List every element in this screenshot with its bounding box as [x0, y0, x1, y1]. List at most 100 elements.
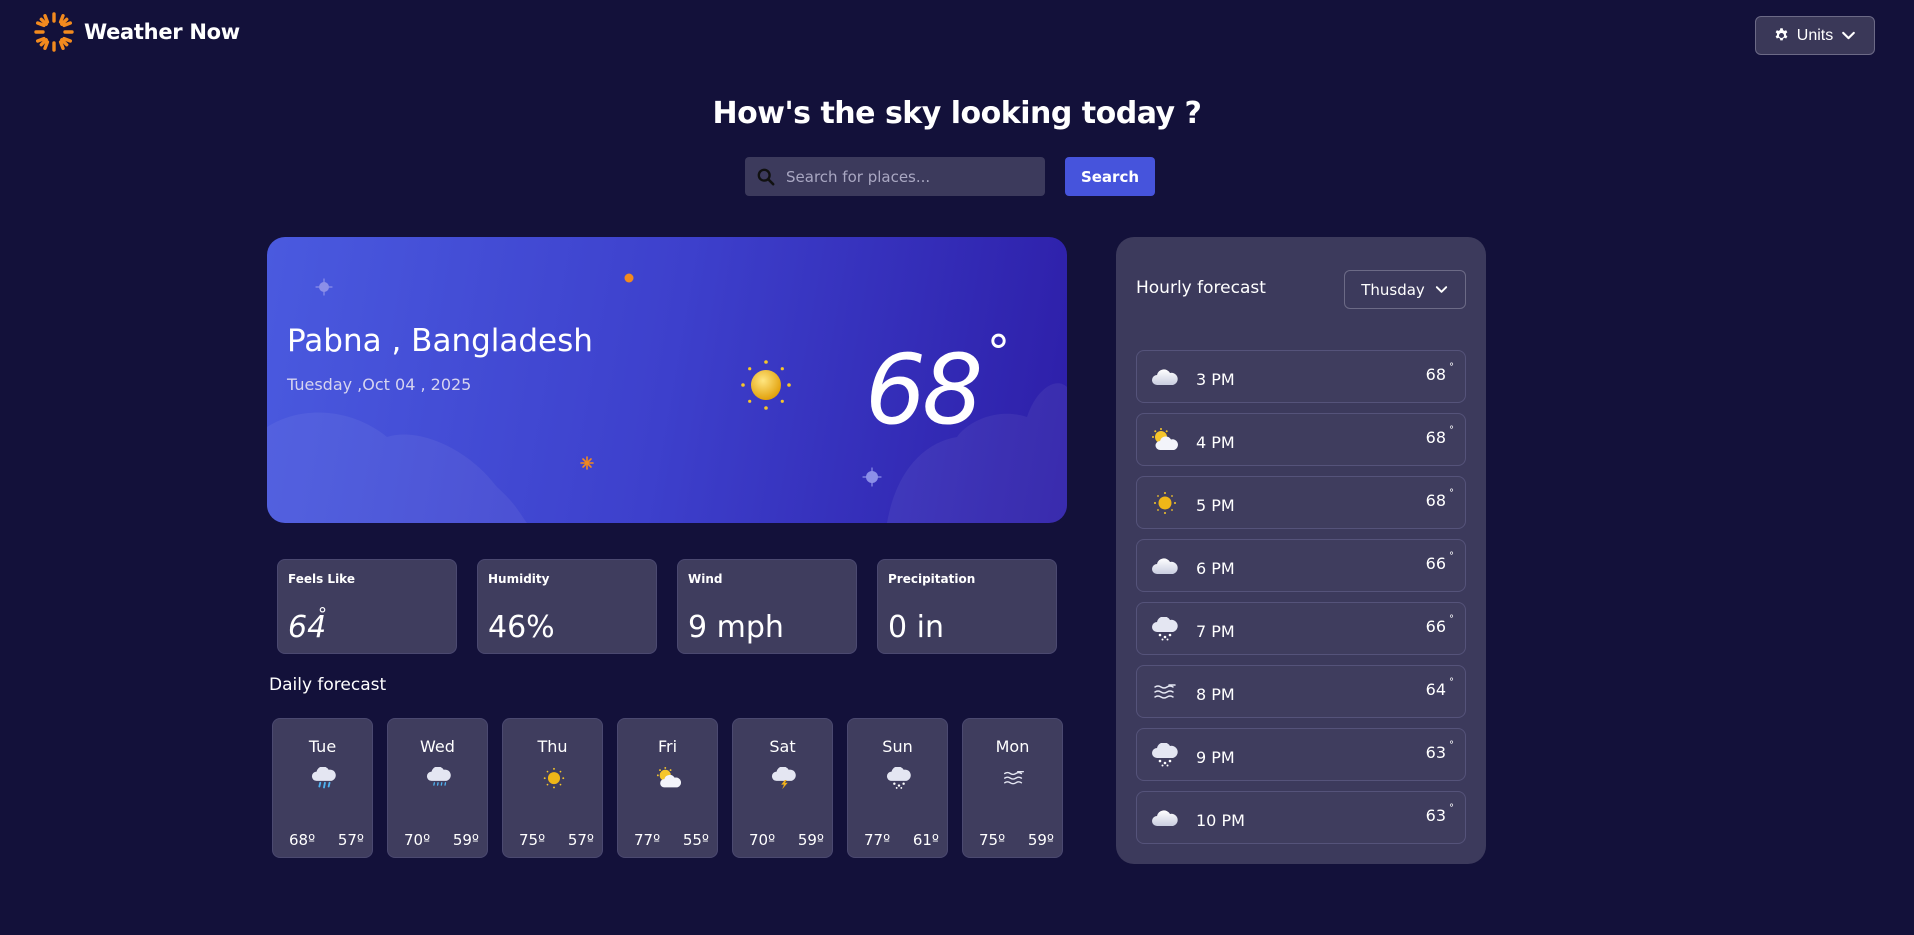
sparkle-icon [624, 273, 634, 283]
day-select-dropdown[interactable]: Thusday [1344, 270, 1466, 309]
high-temp: 77º [634, 831, 661, 849]
partly-cloudy-icon [656, 767, 682, 793]
hourly-row[interactable]: 4 PM 68 ° [1136, 413, 1466, 466]
current-temperature: 68 [865, 334, 983, 446]
day-name: Mon [995, 737, 1030, 756]
high-temp: 70º [749, 831, 776, 849]
hour-temp: 63 [1425, 743, 1446, 762]
hour-temp: 68 [1425, 491, 1446, 510]
day-name: Tue [308, 737, 337, 756]
high-temp: 70º [404, 831, 431, 849]
daily-card[interactable]: Sat 70º 59º [732, 718, 833, 858]
stat-label: Precipitation [888, 572, 976, 586]
degree-symbol: ° [1449, 362, 1454, 373]
degree-symbol: ° [1449, 551, 1454, 562]
sunny-icon [1151, 491, 1179, 515]
hourly-forecast-title: Hourly forecast [1136, 278, 1266, 298]
high-temp: 75º [979, 831, 1006, 849]
hour-temp: 68 [1425, 365, 1446, 384]
high-temp: 75º [519, 831, 546, 849]
hour-time: 8 PM [1196, 685, 1235, 704]
stat-label: Wind [688, 572, 723, 586]
snow-icon [1151, 616, 1179, 641]
hour-time: 5 PM [1196, 496, 1235, 515]
hour-temp: 64 [1425, 680, 1446, 699]
degree-symbol: ° [1449, 803, 1454, 814]
chevron-down-icon [1435, 286, 1447, 293]
units-button[interactable]: Units [1755, 16, 1875, 55]
daily-card[interactable]: Fri 77º 55º [617, 718, 718, 858]
snow-icon [886, 766, 912, 793]
hour-time: 6 PM [1196, 559, 1235, 578]
sunny-icon [741, 360, 791, 410]
hourly-row[interactable]: 6 PM 66 ° [1136, 539, 1466, 592]
day-name: Fri [657, 737, 678, 756]
degree-symbol: ° [1449, 677, 1454, 688]
daily-card[interactable]: Tue 68º 57º [272, 718, 373, 858]
hourly-row[interactable]: 10 PM 63 ° [1136, 791, 1466, 844]
fog-icon [1151, 680, 1179, 704]
daily-card[interactable]: Wed 70º 59º [387, 718, 488, 858]
stat-feels-like: Feels Like 64 ° [277, 559, 457, 654]
low-temp: 61º [912, 831, 939, 849]
drizzle-icon [426, 766, 452, 793]
degree-symbol: ° [1449, 488, 1454, 499]
hourly-row[interactable]: 8 PM 64 ° [1136, 665, 1466, 718]
low-temp: 57º [337, 831, 364, 849]
hour-time: 3 PM [1196, 370, 1235, 389]
degree-symbol: ° [1449, 425, 1454, 436]
current-date: Tuesday ,Oct 04 , 2025 [287, 375, 472, 394]
chevron-down-icon [1842, 31, 1856, 40]
degree-symbol: ° [987, 325, 1010, 379]
degree-symbol: ° [1449, 740, 1454, 751]
hourly-row[interactable]: 5 PM 68 ° [1136, 476, 1466, 529]
sparkle-icon [580, 456, 594, 470]
fog-icon [1001, 767, 1027, 793]
hour-temp: 66 [1425, 554, 1446, 573]
stat-precipitation: Precipitation 0 in [877, 559, 1057, 654]
stat-wind: Wind 9 mph [677, 559, 857, 654]
low-temp: 57º [567, 831, 594, 849]
stat-humidity: Humidity 46% [477, 559, 657, 654]
stat-value: 9 mph [688, 610, 784, 645]
weather-app: Weather Now Units How's the sky looking … [0, 0, 1914, 935]
low-temp: 55º [682, 831, 709, 849]
location-name: Pabna , Bangladesh [287, 323, 593, 359]
search-icon [757, 168, 775, 185]
search-field[interactable] [745, 157, 1045, 196]
hourly-forecast-panel: Hourly forecast Thusday 3 PM 68 ° 4 PM 68 ° 5 … [1116, 237, 1486, 864]
units-label: Units [1796, 26, 1834, 44]
stat-value: 46% [488, 610, 555, 645]
degree-symbol: ° [318, 604, 327, 625]
low-temp: 59º [452, 831, 479, 849]
day-name: Wed [420, 737, 455, 756]
hourly-row[interactable]: 7 PM 66 ° [1136, 602, 1466, 655]
search-button[interactable]: Search [1065, 157, 1155, 196]
search-input[interactable] [786, 167, 1026, 186]
sun-logo-icon [34, 12, 74, 52]
hourly-row[interactable]: 3 PM 68 ° [1136, 350, 1466, 403]
degree-symbol: ° [1449, 614, 1454, 625]
hour-time: 10 PM [1196, 811, 1245, 830]
page-headline: How's the sky looking today ? [712, 96, 1202, 131]
gear-icon [1775, 28, 1788, 41]
daily-card[interactable]: Sun 77º 61º [847, 718, 948, 858]
daily-card[interactable]: Mon 75º 59º [962, 718, 1063, 858]
day-name: Thu [537, 737, 568, 756]
hour-time: 7 PM [1196, 622, 1235, 641]
storm-icon [771, 766, 797, 793]
rain-icon [311, 766, 337, 793]
app-logo[interactable]: Weather Now [34, 12, 240, 52]
hour-temp: 66 [1425, 617, 1446, 636]
selected-day: Thusday [1361, 280, 1425, 299]
daily-card[interactable]: Thu 75º 57º [502, 718, 603, 858]
high-temp: 77º [864, 831, 891, 849]
hourly-row[interactable]: 9 PM 63 ° [1136, 728, 1466, 781]
daily-forecast-title: Daily forecast [269, 675, 387, 695]
stat-label: Humidity [488, 572, 550, 586]
hour-time: 4 PM [1196, 433, 1235, 452]
stat-value: 0 in [888, 610, 944, 645]
sunny-icon [541, 767, 567, 793]
snow-icon [1151, 742, 1179, 767]
day-name: Sat [769, 737, 796, 756]
